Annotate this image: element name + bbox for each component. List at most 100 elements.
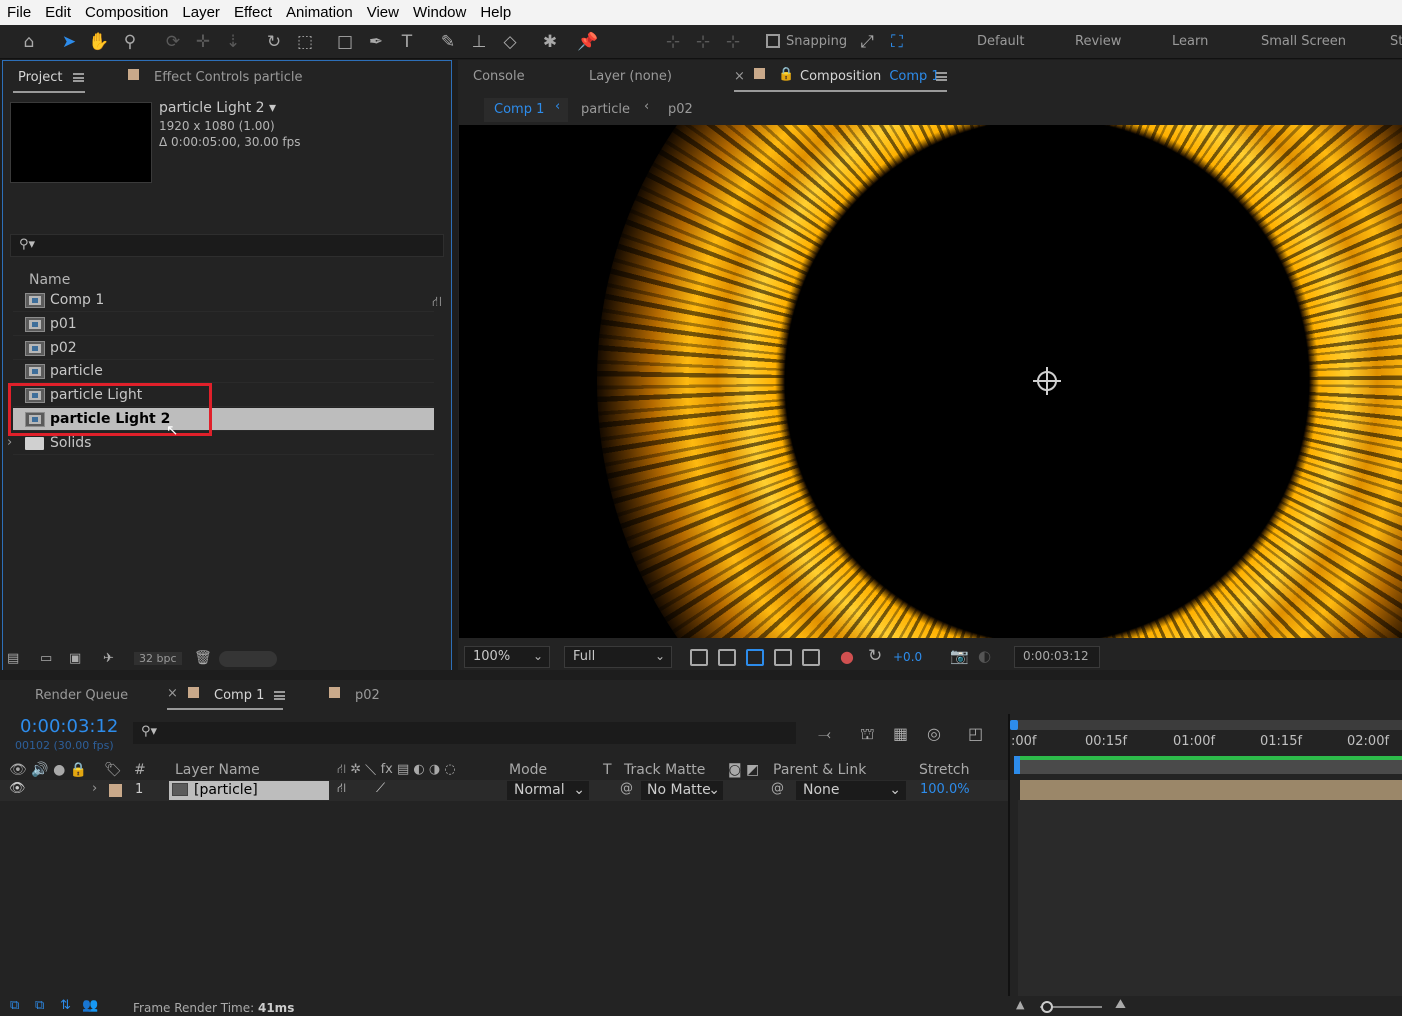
frame-blending-icon[interactable]: ▦ [893, 724, 908, 743]
toggle-modes-icon[interactable]: ⧉ [35, 998, 44, 1013]
zoom-dropdown[interactable]: 100% ⌄ [464, 646, 550, 668]
label-tag-icon[interactable]: 🏷 [104, 762, 122, 778]
zoom-slider-handle[interactable] [1041, 1001, 1053, 1013]
work-area-start-handle[interactable] [1010, 720, 1018, 730]
show-snapshot-icon[interactable]: ◐ [978, 647, 991, 665]
grid-options-icon[interactable] [802, 649, 820, 666]
current-time-display[interactable]: 0:00:03:12 [20, 716, 118, 737]
menu-effect[interactable]: Effect [227, 4, 279, 21]
project-item[interactable]: particle [13, 360, 434, 384]
pan-camera-icon[interactable]: ✛ [190, 29, 216, 55]
hand-tool-icon[interactable]: ✋ [86, 29, 112, 55]
transparency-grid-icon[interactable] [718, 649, 736, 666]
color-channels-icon[interactable]: ● [840, 647, 854, 666]
snapshot-icon[interactable]: 📷 [950, 647, 969, 665]
project-item[interactable]: Comp 1 [13, 289, 434, 312]
mode-dropdown[interactable]: Normal ⌄ [507, 781, 589, 800]
column-name-header[interactable]: Name [29, 272, 70, 288]
new-comp-icon[interactable]: ▣ [69, 651, 81, 666]
quality-icon[interactable]: ⟋ [376, 781, 385, 796]
collapse-transform-icon[interactable]: ⛙ [337, 781, 346, 798]
menu-edit[interactable]: Edit [38, 4, 78, 21]
draft-3d-icon[interactable]: ⛫ [860, 724, 875, 745]
view-axis-icon[interactable]: ⊹ [720, 29, 746, 55]
close-icon[interactable]: × [734, 69, 745, 84]
local-axis-icon[interactable]: ⊹ [660, 29, 686, 55]
menu-view[interactable]: View [360, 4, 406, 21]
parent-pickwhip-icon[interactable]: @ [771, 781, 784, 796]
zoom-out-icon[interactable]: ▲ [1016, 998, 1024, 1011]
mask-visibility-icon[interactable] [746, 649, 764, 666]
comp-flowchart-icon[interactable]: ⤙ [818, 724, 831, 744]
menu-window[interactable]: Window [406, 4, 473, 21]
menu-animation[interactable]: Animation [279, 4, 360, 21]
workspace-review[interactable]: Review [1075, 34, 1121, 49]
column-t-header[interactable]: T [603, 762, 612, 778]
brush-tool-icon[interactable]: ✎ [435, 29, 461, 55]
viewer-timecode[interactable]: 0:00:03:12 [1014, 646, 1100, 668]
breadcrumb-p02[interactable]: p02 [668, 102, 693, 117]
world-axis-icon[interactable]: ⊹ [690, 29, 716, 55]
eraser-tool-icon[interactable]: ◇ [497, 29, 523, 55]
trash-icon[interactable]: 🗑 [194, 650, 212, 666]
project-item[interactable]: p02 [13, 337, 434, 360]
composition-menu-icon[interactable] [936, 72, 947, 81]
timeline-comp-tab[interactable]: Comp 1 [214, 688, 264, 703]
composition-viewer[interactable] [459, 125, 1402, 638]
anchor-point-icon[interactable] [1033, 367, 1061, 395]
snapping-checkbox[interactable] [766, 34, 780, 48]
rotation-tool-icon[interactable]: ↻ [261, 29, 287, 55]
interpret-footage-icon[interactable]: ▤ [7, 651, 19, 666]
project-item[interactable]: p01 [13, 313, 434, 336]
pen-tool-icon[interactable]: ✒ [363, 29, 389, 55]
motion-blur-icon[interactable]: ◎ [927, 724, 941, 743]
menu-file[interactable]: File [0, 4, 38, 21]
workspace-small-screen[interactable]: Small Screen [1261, 34, 1346, 49]
timeline-search-input[interactable]: ⚲▾ [133, 722, 796, 744]
visibility-eye-icon[interactable]: 👁 [9, 781, 26, 796]
graph-editor-icon[interactable]: ◰ [968, 724, 983, 743]
toggle-in-out-icon[interactable]: ⇅ [60, 998, 71, 1013]
region-of-interest-icon[interactable] [690, 649, 708, 666]
orbit-camera-icon[interactable]: ⟳ [160, 29, 186, 55]
resolution-dropdown[interactable]: Full ⌄ [564, 646, 672, 668]
layer-name-field[interactable]: [particle] [169, 781, 329, 800]
work-area-bar[interactable] [1014, 720, 1402, 730]
playhead-indicator[interactable] [1014, 756, 1020, 774]
menu-layer[interactable]: Layer [175, 4, 227, 21]
project-menu-icon[interactable] [73, 73, 84, 82]
workspace-learn[interactable]: Learn [1172, 34, 1208, 49]
timeline-graph-area[interactable] [1008, 714, 1402, 996]
timeline-p02-tab[interactable]: p02 [355, 688, 380, 703]
type-tool-icon[interactable]: T [394, 29, 420, 55]
zoom-in-icon[interactable]: ⛰ [1115, 997, 1126, 1012]
layer-duration-bar[interactable] [1020, 780, 1402, 800]
menu-help[interactable]: Help [473, 4, 518, 21]
breadcrumb-comp1[interactable]: Comp 1 [494, 102, 544, 117]
flow-icon[interactable]: ✈ [103, 651, 114, 666]
workspace-more[interactable]: St [1390, 34, 1402, 49]
home-icon[interactable]: ⌂ [16, 29, 42, 55]
selected-item-name[interactable]: particle Light 2 ▾ [159, 100, 276, 116]
dolly-camera-icon[interactable]: ⇣ [220, 29, 246, 55]
column-mode-header[interactable]: Mode [509, 762, 547, 778]
render-time-icon[interactable]: 👥 [82, 998, 98, 1013]
project-tab[interactable]: Project [18, 70, 62, 85]
pan-behind-icon[interactable]: ⬚ [292, 29, 318, 55]
column-stretch-header[interactable]: Stretch [919, 762, 970, 778]
layer-tab[interactable]: Layer (none) [589, 69, 672, 84]
timeline-menu-icon[interactable] [274, 691, 285, 700]
column-track-matte-header[interactable]: Track Matte [624, 762, 705, 778]
composition-tab[interactable]: Composition Comp 1 [800, 69, 940, 84]
chevron-right-icon[interactable]: › [7, 435, 12, 450]
column-layer-name-header[interactable]: Layer Name [175, 762, 260, 778]
reset-exposure-icon[interactable]: ↻ [868, 646, 882, 666]
horizontal-scrollbar[interactable] [219, 651, 277, 667]
column-number-header[interactable]: # [134, 762, 146, 778]
track-matte-dropdown[interactable]: No Matte ⌄ [641, 781, 723, 800]
breadcrumb-particle[interactable]: particle [581, 102, 630, 117]
snap-edges-icon[interactable]: ⤢ [854, 29, 880, 55]
roto-brush-icon[interactable]: ✱ [537, 29, 563, 55]
puppet-pin-icon[interactable]: 📌 [575, 29, 601, 55]
parent-dropdown[interactable]: None ⌄ [796, 781, 906, 800]
